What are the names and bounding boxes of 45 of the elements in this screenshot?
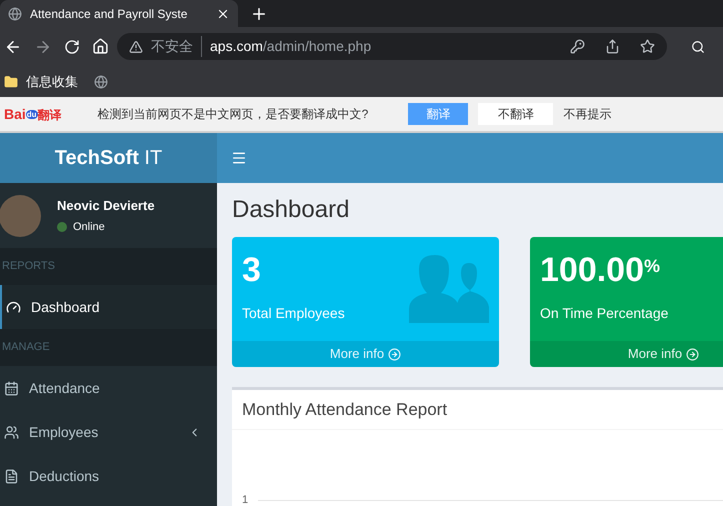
globe-icon bbox=[8, 6, 22, 20]
arrow-circle-icon bbox=[686, 348, 700, 360]
status-label: Online bbox=[73, 220, 105, 235]
globe-icon[interactable] bbox=[94, 74, 108, 88]
key-icon[interactable] bbox=[570, 39, 585, 54]
browser-tab[interactable]: Attendance and Payroll Syste bbox=[0, 0, 238, 27]
search-icon[interactable] bbox=[691, 40, 705, 54]
brand-logo[interactable]: TechSoft IT bbox=[0, 133, 217, 183]
sidebar-item[interactable]: Deductions bbox=[0, 454, 217, 498]
avatar bbox=[0, 194, 41, 236]
translate-prompt: 检测到当前网页不是中文网页，是否要翻译成中文? bbox=[98, 106, 368, 123]
address-bar[interactable]: 不安全 aps.com/admin/home.php bbox=[117, 33, 667, 60]
home-icon[interactable] bbox=[92, 38, 109, 55]
translate-button[interactable]: 不翻译 bbox=[478, 103, 554, 125]
sidebar-item[interactable]: Employees bbox=[0, 410, 217, 454]
url-text: aps.com/admin/home.php bbox=[210, 37, 372, 56]
tab-title: Attendance and Payroll Syste bbox=[30, 6, 188, 22]
folder-icon bbox=[4, 74, 18, 88]
sidebar-section-label: REPORTS bbox=[2, 259, 55, 274]
report-title: Monthly Attendance Report bbox=[232, 390, 723, 430]
document-icon bbox=[4, 468, 19, 484]
stat-label: On Time Percentage bbox=[540, 304, 668, 323]
stat-value: 100.00$^{%}$ bbox=[540, 250, 660, 291]
users-icon bbox=[409, 255, 489, 323]
user-name: Neovic Devierte bbox=[57, 196, 155, 214]
sidebar-item[interactable]: Attendance bbox=[0, 366, 217, 410]
sidebar-item[interactable]: Dashboard bbox=[0, 285, 217, 329]
new-tab-icon[interactable] bbox=[250, 5, 268, 23]
security-label: 不安全 bbox=[151, 36, 202, 57]
bookmark-star-icon[interactable] bbox=[640, 39, 655, 54]
stat-label: Total Employees bbox=[242, 304, 345, 323]
reload-icon[interactable] bbox=[64, 38, 80, 54]
calendar-icon bbox=[4, 380, 19, 396]
sidebar-section-label: MANAGE bbox=[2, 340, 50, 356]
stat-value: 3 bbox=[242, 250, 261, 291]
warning-icon bbox=[129, 40, 143, 54]
gauge-icon bbox=[6, 300, 21, 314]
bookmark-folder[interactable]: 信息收集 bbox=[4, 72, 78, 92]
arrow-circle-icon bbox=[388, 348, 402, 360]
share-icon[interactable] bbox=[605, 39, 620, 54]
users-icon bbox=[4, 424, 19, 440]
menu-icon[interactable] bbox=[231, 150, 247, 166]
page-title: Dashboard bbox=[232, 198, 350, 222]
dismiss-link[interactable]: 不再提示 bbox=[563, 105, 612, 123]
axis-tick-label: 1 bbox=[242, 493, 248, 506]
